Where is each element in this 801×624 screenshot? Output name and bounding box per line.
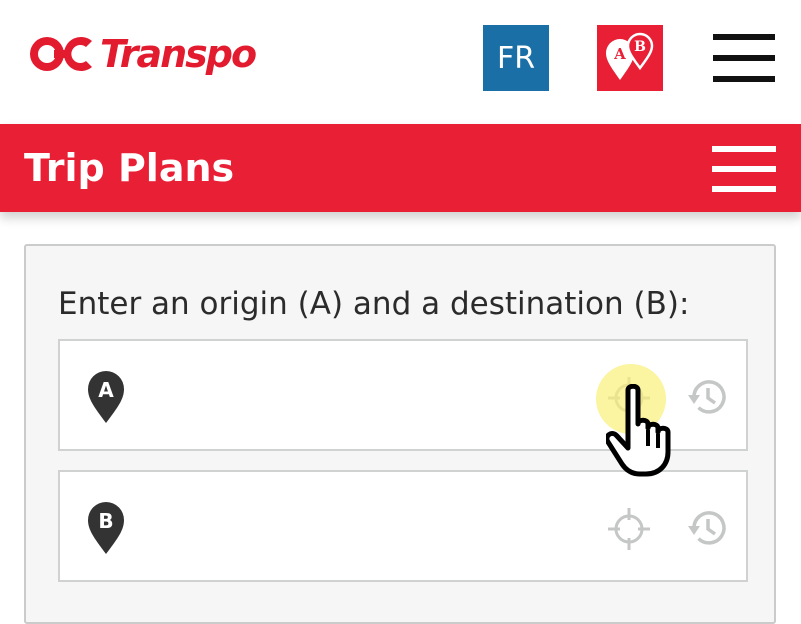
hamburger-icon	[712, 146, 776, 152]
hamburger-icon-bar	[712, 186, 776, 192]
origin-input[interactable]	[144, 371, 588, 421]
hamburger-icon-bar	[712, 166, 776, 172]
hamburger-icon	[713, 34, 775, 40]
top-header: Transpo FR A B	[0, 0, 801, 124]
svg-text:B: B	[634, 39, 646, 55]
history-icon[interactable]	[686, 506, 730, 550]
hand-pointer-cursor-icon	[606, 384, 671, 477]
logo-text: Transpo	[100, 32, 257, 76]
destination-input[interactable]	[144, 502, 588, 552]
language-toggle-button[interactable]: FR	[483, 25, 549, 91]
trip-plans-menu-button[interactable]	[712, 146, 776, 192]
ab-pins-icon: A B	[606, 32, 654, 80]
svg-text:A: A	[613, 45, 626, 63]
oc-logo-icon	[30, 36, 92, 72]
hamburger-icon-bar	[713, 76, 775, 82]
hamburger-icon-bar	[713, 55, 775, 61]
crosshair-icon[interactable]	[606, 506, 652, 552]
oc-transpo-logo[interactable]: Transpo	[24, 28, 257, 80]
main-menu-button[interactable]	[711, 34, 777, 84]
history-icon[interactable]	[686, 375, 730, 419]
destination-field[interactable]: B	[58, 470, 748, 582]
origin-pin-icon: A	[88, 371, 124, 423]
svg-text:A: A	[98, 378, 114, 402]
trip-planner-button[interactable]: A B	[597, 25, 663, 91]
destination-pin-icon: B	[88, 502, 124, 554]
page-title: Trip Plans	[24, 146, 235, 190]
title-bar: Trip Plans	[0, 124, 801, 212]
form-prompt: Enter an origin (A) and a destination (B…	[58, 286, 690, 322]
svg-text:B: B	[98, 509, 113, 533]
